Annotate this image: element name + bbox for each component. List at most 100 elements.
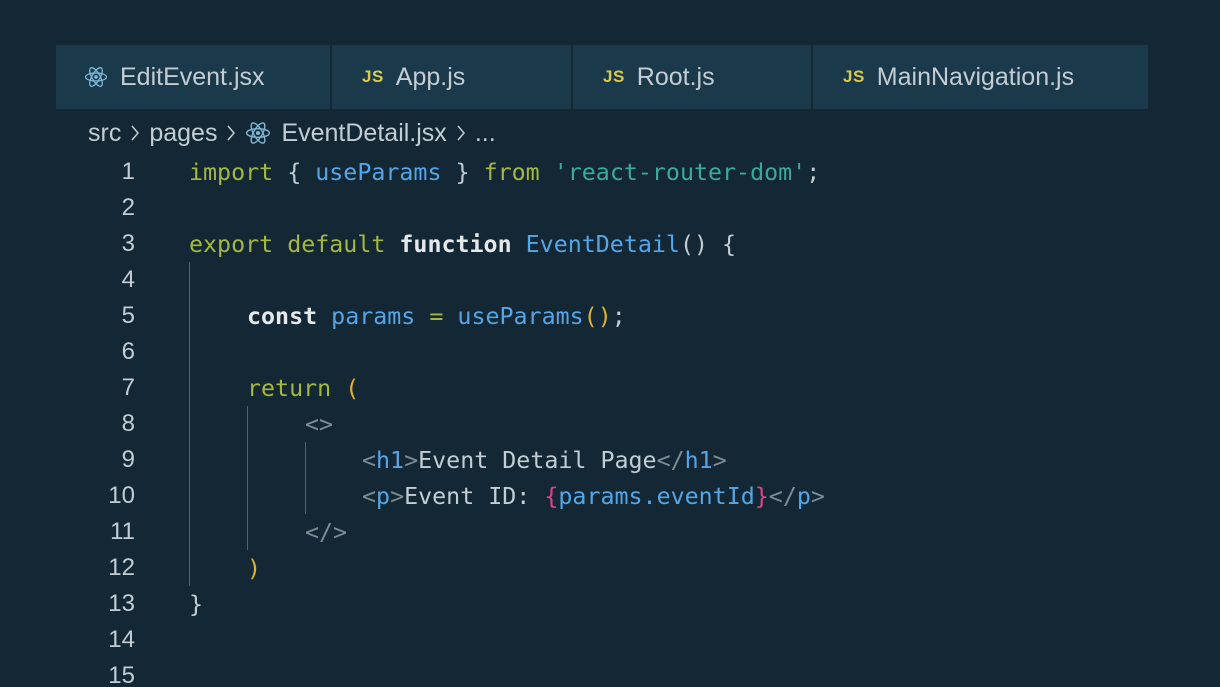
tab-app-js[interactable]: JS App.js: [332, 45, 573, 109]
code-content: </>: [305, 519, 347, 546]
code-content: }: [189, 591, 203, 618]
code-line: 15: [0, 658, 1220, 687]
token-lt: <: [362, 482, 377, 510]
tab-root-js[interactable]: JS Root.js: [573, 45, 813, 109]
code-content: export default function EventDetail() {: [189, 231, 736, 258]
token-semicolon: ;: [806, 158, 821, 186]
tab-label: Root.js: [636, 62, 715, 91]
line-number: 2: [121, 194, 135, 221]
token-tag-p: p: [796, 482, 811, 510]
token-gt: >: [390, 482, 405, 510]
token-lt-slash: </: [656, 446, 685, 474]
code-content: return (: [247, 375, 359, 402]
code-line: 11 </>: [0, 514, 1220, 550]
token-parens: (): [679, 230, 709, 258]
js-icon: JS: [362, 67, 384, 86]
code-line: 1 import { useParams } from 'react-route…: [0, 154, 1220, 190]
code-content: <p>Event ID: {params.eventId}</p>: [362, 483, 825, 510]
tab-label: MainNavigation.js: [876, 62, 1075, 91]
token-brace: {: [722, 230, 737, 258]
line-number: 12: [108, 554, 135, 581]
token-semicolon: ;: [611, 302, 626, 330]
js-icon: JS: [603, 67, 625, 86]
code-content: ): [247, 555, 261, 582]
token-function: function: [399, 230, 512, 258]
line-number: 3: [121, 230, 135, 257]
token-tag-p: p: [376, 482, 391, 510]
token-module-string: 'react-router-dom': [553, 158, 807, 186]
chevron-right-icon: [456, 124, 466, 142]
breadcrumb-item-file[interactable]: EventDetail.jsx: [281, 119, 446, 148]
token-from: from: [483, 158, 540, 186]
line-number: 5: [121, 302, 135, 329]
token-default: default: [287, 230, 386, 258]
token-params: params: [331, 302, 416, 330]
code-line: 3 export default function EventDetail() …: [0, 226, 1220, 262]
token-gt: >: [712, 446, 727, 474]
breadcrumb-item-pages[interactable]: pages: [149, 119, 217, 148]
code-line: 5 const params = useParams();: [0, 298, 1220, 334]
token-equals: =: [429, 302, 444, 330]
token-paren: (: [583, 302, 598, 330]
token-component-name: EventDetail: [525, 230, 680, 258]
token-gt: >: [404, 446, 419, 474]
token-paren: ): [247, 554, 262, 582]
token-p-text: Event ID:: [404, 482, 545, 510]
code-line: 13 }: [0, 586, 1220, 622]
line-number: 13: [108, 590, 135, 617]
react-icon: [84, 65, 108, 89]
code-content: <>: [305, 411, 333, 438]
code-content: import { useParams } from 'react-router-…: [189, 159, 820, 186]
token-tag-h1: h1: [684, 446, 713, 474]
line-number: 14: [108, 626, 135, 653]
token-return: return: [247, 374, 332, 402]
code-line: 8 <>: [0, 406, 1220, 442]
chevron-right-icon: [130, 124, 140, 142]
token-brace: {: [287, 158, 302, 186]
react-icon: [245, 120, 271, 146]
token-gt: >: [810, 482, 825, 510]
token-brace: }: [189, 590, 204, 618]
code-content: <h1>Event Detail Page</h1>: [362, 447, 727, 474]
code-line: 4: [0, 262, 1220, 298]
token-tag-h1: h1: [376, 446, 405, 474]
token-brace: {: [544, 482, 559, 510]
token-brace: }: [455, 158, 470, 186]
line-number: 4: [121, 266, 135, 293]
code-line: 12 ): [0, 550, 1220, 586]
breadcrumb-item-more[interactable]: ...: [475, 119, 496, 148]
line-number: 15: [108, 662, 135, 687]
code-line: 14: [0, 622, 1220, 658]
token-use-params: useParams: [457, 302, 584, 330]
code-content: const params = useParams();: [247, 303, 626, 330]
tab-main-navigation-js[interactable]: JS MainNavigation.js: [813, 45, 1148, 109]
line-number: 8: [121, 410, 135, 437]
editor-tab-bar: EditEvent.jsx JS App.js JS Root.js JS Ma…: [56, 45, 1148, 109]
token-brace: }: [754, 482, 769, 510]
code-line: 2: [0, 190, 1220, 226]
line-number: 1: [121, 158, 135, 185]
tab-edit-event[interactable]: EditEvent.jsx: [56, 45, 332, 109]
code-editor[interactable]: 1 import { useParams } from 'react-route…: [0, 154, 1220, 687]
chevron-right-icon: [226, 124, 236, 142]
token-lt-slash: </: [768, 482, 797, 510]
line-number: 6: [121, 338, 135, 365]
line-number: 11: [110, 518, 135, 545]
js-icon: JS: [843, 67, 865, 86]
token-paren: ): [597, 302, 612, 330]
tab-label: App.js: [395, 62, 466, 91]
breadcrumb: src pages EventDetail.jsx ...: [88, 115, 496, 151]
token-export: export: [189, 230, 274, 258]
breadcrumb-item-src[interactable]: src: [88, 119, 121, 148]
line-number: 9: [121, 446, 135, 473]
token-params-event-id: params.eventId: [558, 482, 755, 510]
token-const: const: [247, 302, 318, 330]
token-h1-text: Event Detail Page: [418, 446, 657, 474]
tab-label: EditEvent.jsx: [120, 62, 265, 91]
code-line: 10 <p>Event ID: {params.eventId}</p>: [0, 478, 1220, 514]
token-lt: <: [362, 446, 377, 474]
code-line: 9 <h1>Event Detail Page</h1>: [0, 442, 1220, 478]
code-line: 7 return (: [0, 370, 1220, 406]
token-paren: (: [345, 374, 360, 402]
line-number: 10: [108, 482, 135, 509]
